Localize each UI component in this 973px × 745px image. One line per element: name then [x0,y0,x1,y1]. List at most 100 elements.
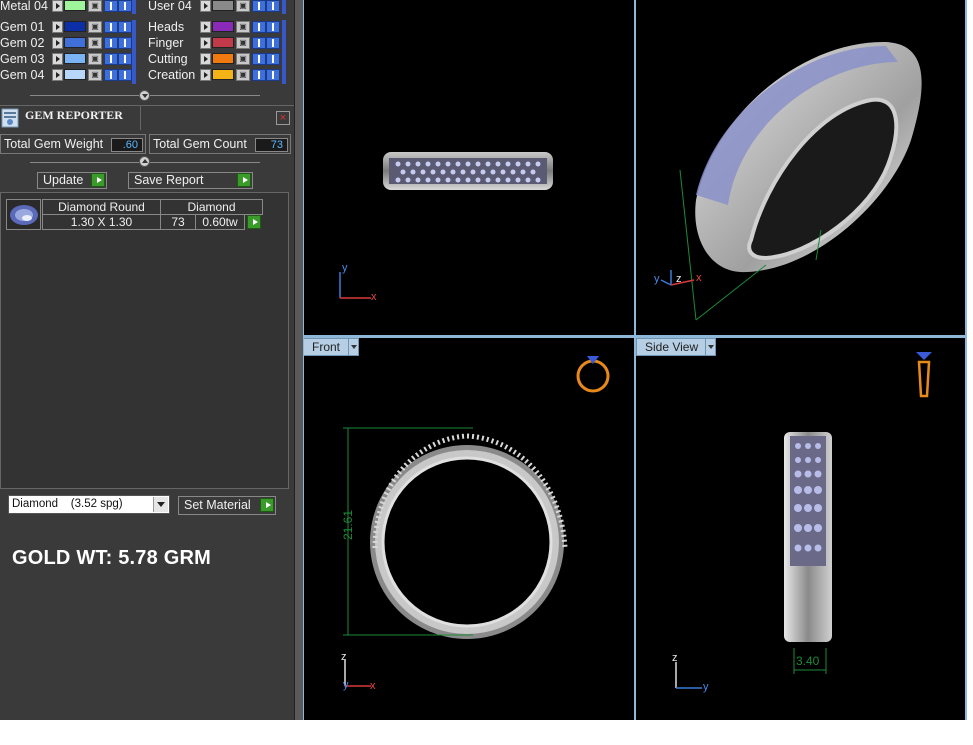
viewport-front[interactable]: Front 21.61 z y x [303,338,634,720]
expand-arrow-icon[interactable] [200,0,211,12]
layer-name: Gem 04 [0,67,45,82]
axis-x-label: x [371,291,377,303]
color-swatch[interactable] [212,37,234,48]
front-dimension-label: 21.61 [341,509,356,541]
lock-icon[interactable]: ▣ [88,53,102,65]
visibility-toggle[interactable] [252,0,266,12]
lock-icon[interactable]: ▣ [88,0,102,12]
play-icon[interactable] [247,215,261,229]
visibility-toggle[interactable] [266,0,280,12]
axis-x-label: x [696,272,702,284]
expand-arrow-icon[interactable] [200,21,211,33]
expand-arrow-icon[interactable] [200,53,211,65]
layer-row[interactable]: Finger [148,35,183,50]
lock-icon[interactable]: ▣ [88,21,102,33]
gem-reporter-titlebar: GEM REPORTER × [0,105,294,130]
chevron-down-icon[interactable] [153,497,168,512]
visibility-toggle[interactable] [266,53,280,65]
visibility-toggle[interactable] [118,21,132,33]
color-swatch[interactable] [212,69,234,80]
visibility-toggle[interactable] [104,0,118,12]
gem-shape-cell: Diamond Round [42,199,161,215]
color-swatch[interactable] [64,69,86,80]
layer-row[interactable]: User 04 [148,0,192,13]
visibility-toggle[interactable] [266,21,280,33]
material-select[interactable]: Diamond (3.52 spg) [8,495,170,514]
axis-y-label: y [654,273,660,285]
save-report-button[interactable]: Save Report [128,172,253,189]
expand-arrow-icon[interactable] [200,69,211,81]
group-strip [132,20,136,84]
visibility-toggle[interactable] [104,53,118,65]
lock-icon[interactable]: ▣ [88,69,102,81]
viewport-edge [965,0,967,720]
set-material-label: Set Material [184,498,251,512]
layer-row[interactable]: Heads [148,19,184,34]
lock-icon[interactable]: ▣ [236,37,250,49]
axis-y-label: y [342,262,348,274]
layer-name: Metal 04 [0,0,48,13]
color-swatch[interactable] [212,53,234,64]
lock-icon[interactable]: ▣ [236,69,250,81]
color-swatch[interactable] [212,21,234,32]
side-dimension-label: 3.40 [796,654,820,668]
collapse-knob-icon[interactable] [139,90,150,101]
expand-arrow-icon[interactable] [52,37,63,49]
axis-x-label: x [370,680,376,692]
close-icon[interactable]: × [276,111,290,125]
axis-y-label: y [343,679,349,691]
expand-knob-icon[interactable] [139,156,150,167]
expand-arrow-icon[interactable] [200,37,211,49]
gem-report-list: Diamond Round Diamond 1.30 X 1.30 73 0.6… [0,192,289,489]
lock-icon[interactable]: ▣ [236,53,250,65]
layer-row[interactable]: Metal 04 [0,0,48,13]
lock-icon[interactable]: ▣ [236,21,250,33]
visibility-toggle[interactable] [252,37,266,49]
visibility-toggle[interactable] [252,69,266,81]
color-swatch[interactable] [64,53,86,64]
layer-row[interactable]: Gem 04 [0,67,44,82]
visibility-toggle[interactable] [118,53,132,65]
expand-arrow-icon[interactable] [52,53,63,65]
visibility-toggle[interactable] [104,69,118,81]
visibility-toggle[interactable] [118,69,132,81]
layer-name: Finger [148,35,184,50]
update-button[interactable]: Update [37,172,107,189]
layer-row[interactable]: Creation [148,67,195,82]
layer-name: Creation [148,67,196,82]
layer-row[interactable]: Gem 03 [0,51,44,66]
titlebar-divider [140,106,141,130]
color-swatch[interactable] [212,0,234,11]
lock-icon[interactable]: ▣ [88,37,102,49]
visibility-toggle[interactable] [252,53,266,65]
viewport-edge [303,0,304,720]
viewport-divider-vertical[interactable] [634,0,636,720]
expand-arrow-icon[interactable] [52,69,63,81]
gem-reporter-title: GEM REPORTER [25,108,123,122]
expand-arrow-icon[interactable] [52,0,63,12]
viewport-side[interactable]: Side View 3.40 z y [636,338,965,720]
visibility-toggle[interactable] [266,37,280,49]
layer-row[interactable]: Gem 02 [0,35,44,50]
viewport-perspective[interactable]: y z x [636,0,965,335]
visibility-toggle[interactable] [118,0,132,12]
color-swatch[interactable] [64,37,86,48]
expand-arrow-icon[interactable] [52,21,63,33]
visibility-toggle[interactable] [104,21,118,33]
color-swatch[interactable] [64,0,86,11]
layer-name: Cutting [148,51,188,66]
color-swatch[interactable] [64,21,86,32]
set-material-button[interactable]: Set Material [178,496,276,515]
left-panel: Metal 04 Gem 01 Gem 02 Gem 03 Gem 04 ▣ ▣… [0,0,296,720]
layer-row[interactable]: Cutting [148,51,188,66]
play-icon [237,173,251,187]
visibility-toggle[interactable] [252,21,266,33]
visibility-toggle[interactable] [104,37,118,49]
layer-row[interactable]: Gem 01 [0,19,44,34]
visibility-toggle[interactable] [118,37,132,49]
viewport-top[interactable]: y x [303,0,634,335]
lock-icon[interactable]: ▣ [236,0,250,12]
visibility-toggle[interactable] [266,69,280,81]
gem-thumbnail [6,199,41,230]
axis-z-label: z [341,651,347,663]
